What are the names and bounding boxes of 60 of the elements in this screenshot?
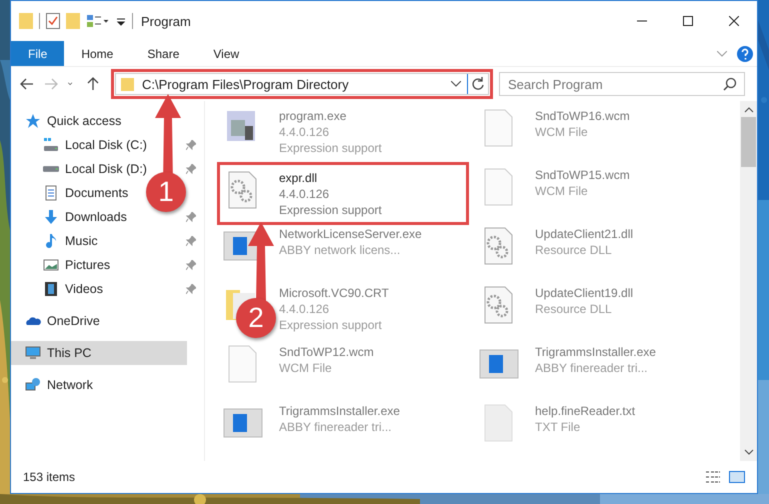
dropdown-icon[interactable] bbox=[451, 81, 461, 87]
file-item[interactable]: expr.dll 4.4.0.126 Expression support bbox=[219, 164, 467, 223]
pin-icon[interactable] bbox=[186, 260, 196, 270]
picture-icon bbox=[43, 257, 59, 273]
file-item[interactable]: UpdateClient21.dll Resource DLL bbox=[475, 223, 723, 282]
pin-icon[interactable] bbox=[186, 164, 196, 174]
pin-icon[interactable] bbox=[186, 236, 196, 246]
document-icon bbox=[43, 185, 59, 201]
drive-icon bbox=[43, 137, 59, 153]
file-item[interactable]: UpdateClient19.dll Resource DLL bbox=[475, 282, 723, 341]
nav-item[interactable]: OneDrive bbox=[11, 309, 108, 333]
file-item[interactable]: TrigrammsInstaller.exe ABBY finereader tri... bbox=[475, 341, 723, 400]
properties-icon[interactable] bbox=[46, 13, 60, 29]
nav-item[interactable]: Videos bbox=[11, 277, 111, 301]
file-item[interactable]: TrigrammsInstaller.exe ABBY finereader tri... bbox=[219, 400, 467, 459]
file-item[interactable]: program.exe 4.4.0.126 Expression support bbox=[219, 105, 467, 164]
search-icon[interactable] bbox=[723, 77, 737, 91]
back-arrow-icon[interactable] bbox=[19, 76, 35, 92]
up-arrow-icon[interactable] bbox=[85, 76, 101, 92]
scroll-thumb[interactable] bbox=[741, 117, 756, 167]
drive-icon bbox=[43, 166, 59, 172]
folder-icon bbox=[120, 76, 136, 92]
large-icons-view-icon[interactable] bbox=[729, 470, 745, 484]
file-item[interactable]: SndToWP15.wcm WCM File bbox=[475, 164, 723, 223]
scrollbar[interactable] bbox=[740, 101, 757, 461]
ribbon-tab[interactable]: Home bbox=[64, 41, 130, 66]
nav-item[interactable]: Documents bbox=[11, 181, 136, 205]
ribbon-tab[interactable]: Share bbox=[130, 41, 196, 66]
nav-item[interactable]: Music bbox=[11, 229, 106, 253]
file-item[interactable]: SndToWP12.wcm WCM File bbox=[219, 341, 467, 400]
close-icon[interactable] bbox=[729, 16, 739, 26]
search-field[interactable]: Search Program bbox=[499, 72, 745, 96]
nav-item[interactable]: Network bbox=[11, 373, 101, 397]
pin-icon[interactable] bbox=[186, 140, 196, 150]
nav-item[interactable]: Downloads bbox=[11, 205, 135, 229]
expand-ribbon-icon[interactable] bbox=[717, 50, 727, 56]
star-icon bbox=[25, 113, 41, 129]
nav-item[interactable]: This PC bbox=[11, 341, 187, 365]
download-arrow-icon bbox=[43, 209, 59, 225]
film-icon bbox=[43, 281, 59, 297]
pin-icon[interactable] bbox=[186, 212, 196, 222]
nav-item[interactable]: Pictures bbox=[11, 253, 118, 277]
scroll-down-icon[interactable] bbox=[744, 447, 754, 457]
network-icon bbox=[25, 377, 41, 393]
ribbon-tab[interactable]: View bbox=[196, 41, 256, 66]
item-count: 153 items bbox=[23, 470, 76, 484]
maximize-icon[interactable] bbox=[683, 16, 693, 26]
scroll-up-icon[interactable] bbox=[744, 105, 754, 115]
help-icon[interactable] bbox=[737, 46, 753, 62]
nav-item[interactable]: Quick access bbox=[11, 109, 130, 133]
nav-item[interactable]: Local Disk (C:) bbox=[11, 133, 155, 157]
file-item[interactable]: help.fineReader.txt TXT File bbox=[475, 400, 723, 459]
pin-icon[interactable] bbox=[186, 284, 196, 294]
details-view-icon[interactable] bbox=[705, 470, 721, 484]
ribbon-tab[interactable]: File bbox=[11, 41, 64, 66]
music-note-icon bbox=[43, 233, 59, 249]
customize-toolbar-icon[interactable] bbox=[86, 13, 110, 29]
monitor-icon bbox=[25, 345, 41, 361]
file-item[interactable]: SndToWP16.wcm WCM File bbox=[475, 105, 723, 164]
window-title: Program bbox=[141, 14, 191, 28]
